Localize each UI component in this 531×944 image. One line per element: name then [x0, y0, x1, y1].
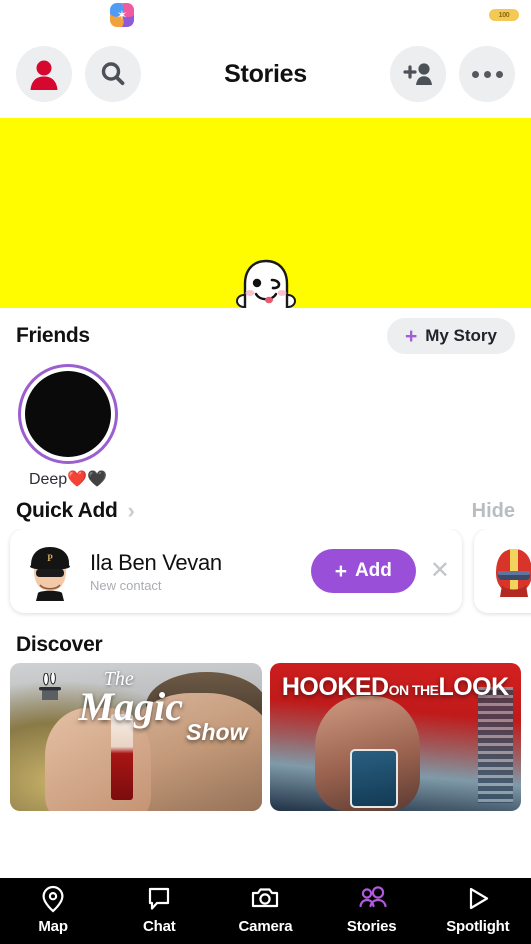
friend-name: Deep❤️🖤 [28, 471, 108, 488]
battery-badge-text: 100 [498, 11, 510, 19]
my-story-label: My Story [425, 326, 497, 345]
friends-title: Friends [16, 324, 90, 347]
discover-card-hooked-on-the-look[interactable]: HOOKEDON THELOOK [269, 663, 521, 812]
header-bar: Stories [0, 30, 531, 118]
bitmoji-red-helmet-icon [486, 541, 531, 601]
decorative-test-tube [110, 713, 134, 800]
nav-item-chat[interactable]: Chat [106, 885, 212, 935]
snapchat-stories-screen: ✶ 100 Stories Friends + My Story Deep❤️🖤… [0, 0, 531, 944]
nav-label: Stories [346, 918, 397, 935]
my-story-button[interactable]: + My Story [386, 318, 515, 354]
quick-add-name: Ila Ben Vevan [90, 549, 222, 575]
nav-label: Map [38, 918, 68, 935]
nav-label: Spotlight [446, 918, 510, 935]
nav-item-stories[interactable]: Stories [319, 885, 425, 935]
svg-text:P: P [47, 553, 53, 563]
profile-avatar-button[interactable] [16, 46, 72, 102]
nav-label: Camera [238, 918, 293, 935]
quick-add-texts: Ila Ben Vevan New contact [90, 550, 222, 593]
add-friend-icon [403, 63, 432, 85]
search-button[interactable] [85, 46, 141, 102]
nav-item-spotlight[interactable]: Spotlight [425, 885, 531, 935]
discover-section-header: Discover [0, 623, 531, 663]
more-options-button[interactable] [459, 46, 515, 102]
quick-add-subtitle: New contact [90, 577, 162, 593]
plus-icon: + [334, 559, 347, 583]
bottom-navigation: Map Chat Camera Stories Spotlight [0, 878, 531, 944]
chevron-right-icon[interactable]: › [128, 500, 135, 522]
title-onthe: ON THE [388, 682, 439, 699]
nav-label: Chat [143, 918, 176, 935]
discover-title: Discover [16, 633, 103, 657]
scroll-content: Friends + My Story Deep❤️🖤 Quick Add › H… [0, 308, 531, 878]
stories-people-icon [359, 886, 387, 908]
battery-badge: 100 [489, 9, 519, 21]
quick-add-card[interactable] [474, 529, 531, 614]
add-button-label: Add [354, 560, 392, 582]
chat-bubble-icon [149, 887, 170, 910]
nav-item-map[interactable]: Map [0, 885, 106, 935]
play-triangle-icon [469, 887, 488, 910]
friends-story-row: Deep❤️🖤 [0, 360, 531, 489]
friends-section-header: Friends + My Story [0, 308, 531, 360]
add-button[interactable]: + Add [310, 549, 416, 594]
nav-item-camera[interactable]: Camera [212, 885, 318, 935]
more-options-icon [471, 70, 503, 78]
header-actions [390, 46, 515, 102]
discover-row: The Magic Show HOOKEDON THELOOK [0, 663, 531, 812]
bitmoji-cap-sunglasses-icon: P [22, 541, 78, 602]
decorative-clothes-rack [478, 687, 514, 803]
search-icon [101, 62, 125, 86]
magic-hat-bunny-icon [39, 673, 61, 701]
quick-add-card[interactable]: P Ila Ben Vevan New contact + Add ✕ [10, 529, 462, 614]
snapchat-ghost-icon [235, 259, 296, 308]
close-icon[interactable]: ✕ [430, 559, 450, 583]
map-pin-icon [42, 885, 64, 913]
story-ring [18, 364, 118, 464]
add-friend-button[interactable] [390, 46, 446, 102]
discover-card-magic-show[interactable]: The Magic Show [10, 663, 262, 812]
star-glyph: ✶ [116, 7, 128, 23]
avatar [25, 371, 111, 457]
hide-button[interactable]: Hide [472, 500, 515, 523]
status-bar: ✶ 100 [0, 0, 531, 30]
decorative-hand [45, 707, 151, 812]
friend-story-item[interactable]: Deep❤️🖤 [16, 364, 120, 489]
plus-icon: + [404, 324, 418, 348]
camera-icon [252, 888, 279, 908]
quick-add-carousel[interactable]: P Ila Ben Vevan New contact + Add ✕ [0, 529, 531, 623]
decorative-phone [349, 749, 398, 809]
app-icon-star: ✶ [110, 3, 134, 27]
profile-avatar-icon [30, 60, 58, 90]
quick-add-title: Quick Add [16, 499, 118, 523]
quick-add-section-header: Quick Add › Hide [0, 489, 531, 529]
promo-banner[interactable] [0, 118, 531, 308]
